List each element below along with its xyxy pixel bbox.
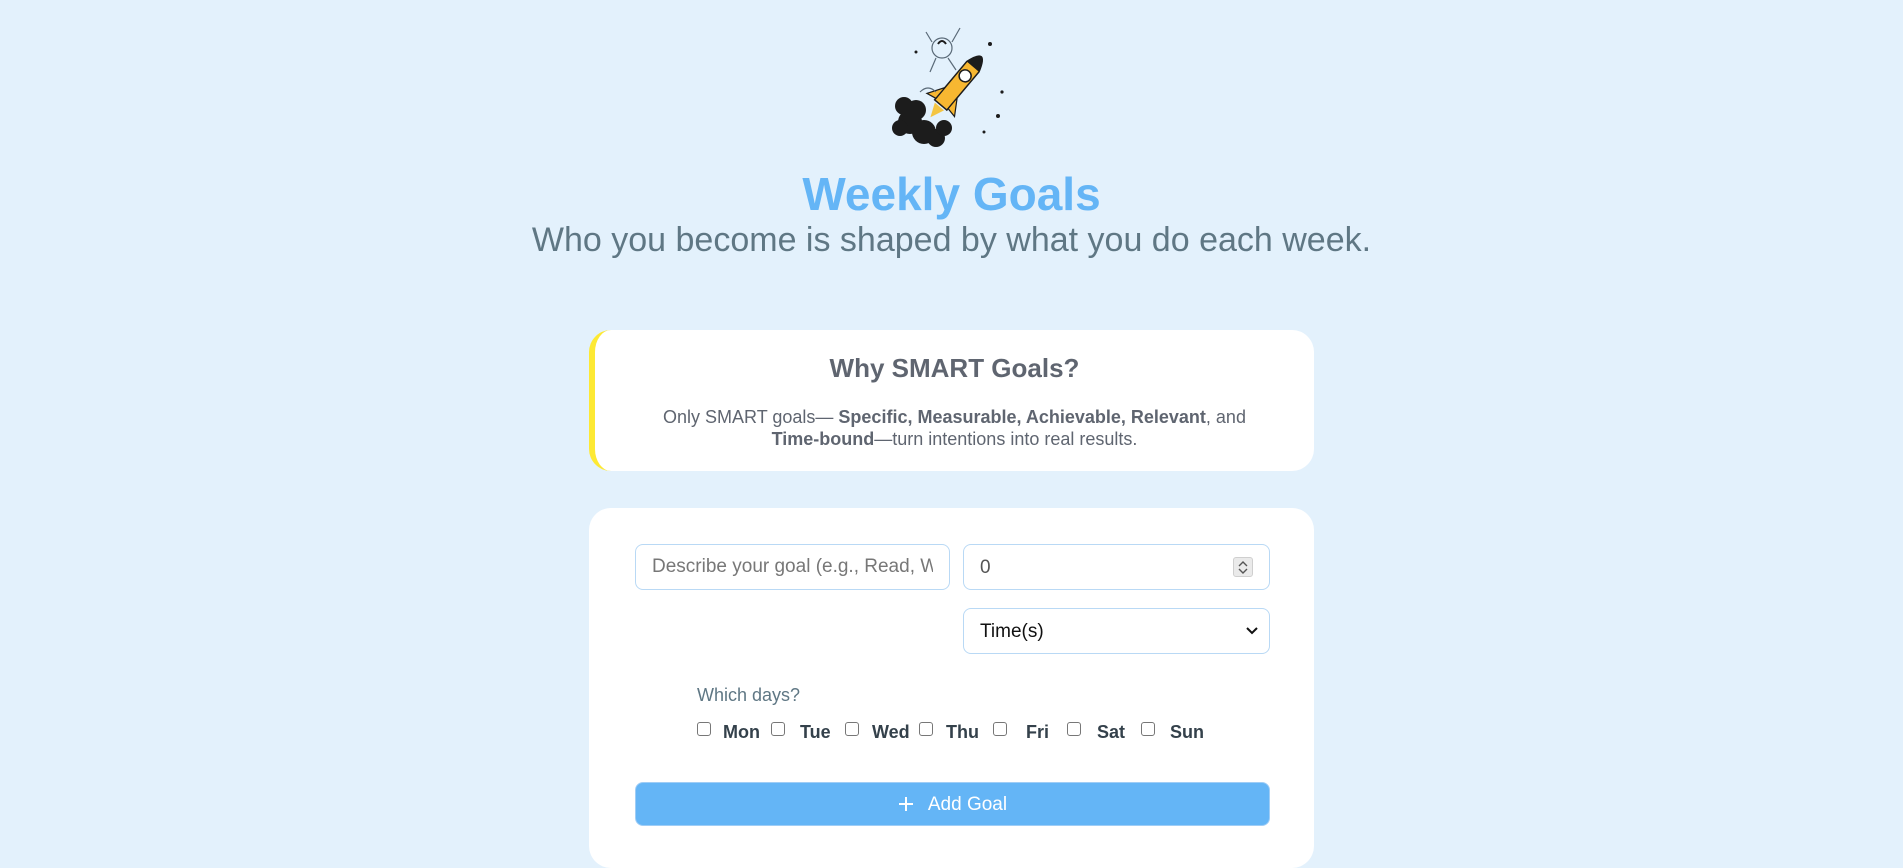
info-text-prefix: Only SMART goals—	[663, 407, 839, 427]
add-goal-button[interactable]: Add Goal	[635, 782, 1270, 826]
info-text-strong-2: Time-bound	[771, 429, 875, 449]
chevron-down-icon	[1246, 627, 1258, 635]
day-label: Wed	[872, 722, 910, 742]
add-goal-label: Add Goal	[927, 794, 1008, 815]
rocket-illustration	[892, 27, 1004, 147]
smart-goals-info-card: Why SMART Goals? Only SMART goals— Speci…	[589, 330, 1314, 471]
info-card-title: Why SMART Goals?	[829, 353, 1080, 383]
checkbox[interactable]	[771, 722, 785, 736]
day-label: Sat	[1097, 722, 1126, 742]
checkbox[interactable]	[1141, 722, 1155, 736]
info-text-mid: , and	[1205, 407, 1246, 427]
goal-count-input[interactable]: 0	[963, 544, 1270, 590]
day-label: Thu	[946, 722, 979, 742]
checkbox[interactable]	[697, 722, 711, 736]
info-text-strong-1: Specific, Measurable, Achievable, Releva…	[838, 407, 1206, 427]
day-label: Fri	[1026, 722, 1050, 742]
checkbox[interactable]	[1067, 722, 1081, 736]
info-card-text: Only SMART goals— Specific, Measurable, …	[645, 406, 1265, 450]
checkbox[interactable]	[993, 722, 1007, 736]
goal-form-card: 0 Time(s) Which days? Mon Tue Wed	[589, 508, 1314, 868]
days-label: Which days?	[697, 685, 801, 705]
page-title: Weekly Goals	[802, 168, 1101, 220]
day-label: Tue	[800, 722, 831, 742]
goal-unit-select[interactable]: Time(s)	[963, 608, 1270, 654]
plus-icon	[898, 797, 913, 811]
spinner-arrows-icon[interactable]	[1233, 557, 1253, 577]
goal-count-value: 0	[980, 557, 991, 578]
day-label: Mon	[723, 722, 760, 742]
day-label: Sun	[1170, 722, 1204, 742]
info-text-suffix: —turn intentions into real results.	[874, 429, 1138, 449]
checkbox[interactable]	[845, 722, 859, 736]
goal-description-input[interactable]	[635, 544, 950, 590]
goal-unit-selected: Time(s)	[980, 621, 1044, 642]
page-subtitle: Who you become is shaped by what you do …	[531, 221, 1372, 259]
checkbox[interactable]	[919, 722, 933, 736]
